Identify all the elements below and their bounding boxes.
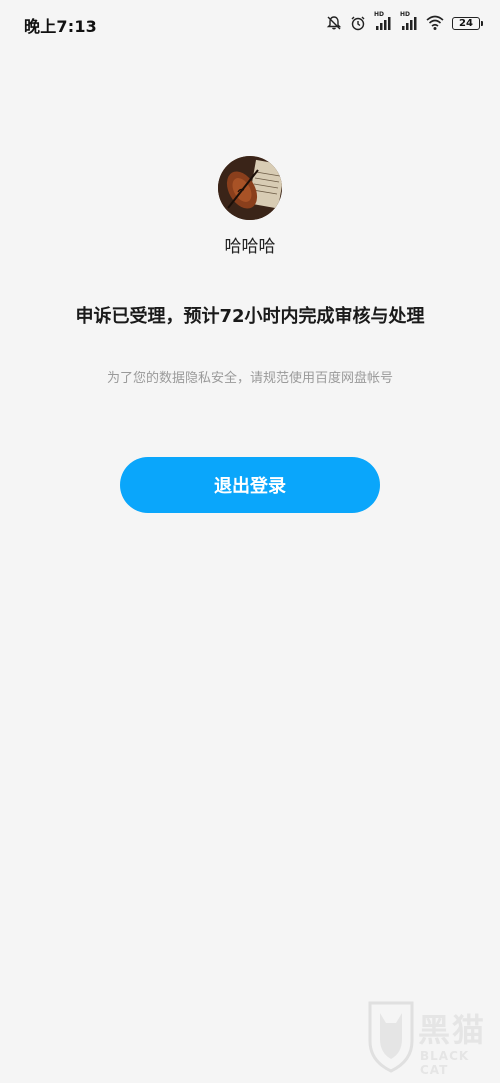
status-time: 晚上7:13 (24, 17, 97, 36)
watermark-en: BLACK CAT (420, 1049, 470, 1077)
privacy-notice: 为了您的数据隐私安全，请规范使用百度网盘帐号 (106, 371, 393, 386)
logout-button[interactable]: 退出登录 (120, 457, 380, 513)
watermark: 黑猫 BLACK CAT (366, 997, 494, 1077)
status-icons: HD HD 24 (326, 12, 483, 33)
alarm-icon (350, 15, 366, 31)
black-cat-shield-icon (368, 1001, 414, 1073)
appeal-status-headline: 申诉已受理，预计72小时内完成审核与处理 (75, 306, 425, 327)
username: 哈哈哈 (224, 237, 276, 257)
watermark-cn: 黑猫 (418, 1011, 487, 1049)
wifi-icon (426, 15, 444, 31)
signal-hd-icon: HD (400, 12, 418, 32)
bell-off-icon (326, 15, 342, 31)
signal-hd-icon: HD (374, 12, 392, 32)
status-bar: 晚上7:13 HD HD 24 (0, 0, 500, 48)
avatar (218, 156, 282, 220)
battery-icon: 24 (452, 16, 483, 30)
violin-avatar-icon (218, 156, 282, 220)
